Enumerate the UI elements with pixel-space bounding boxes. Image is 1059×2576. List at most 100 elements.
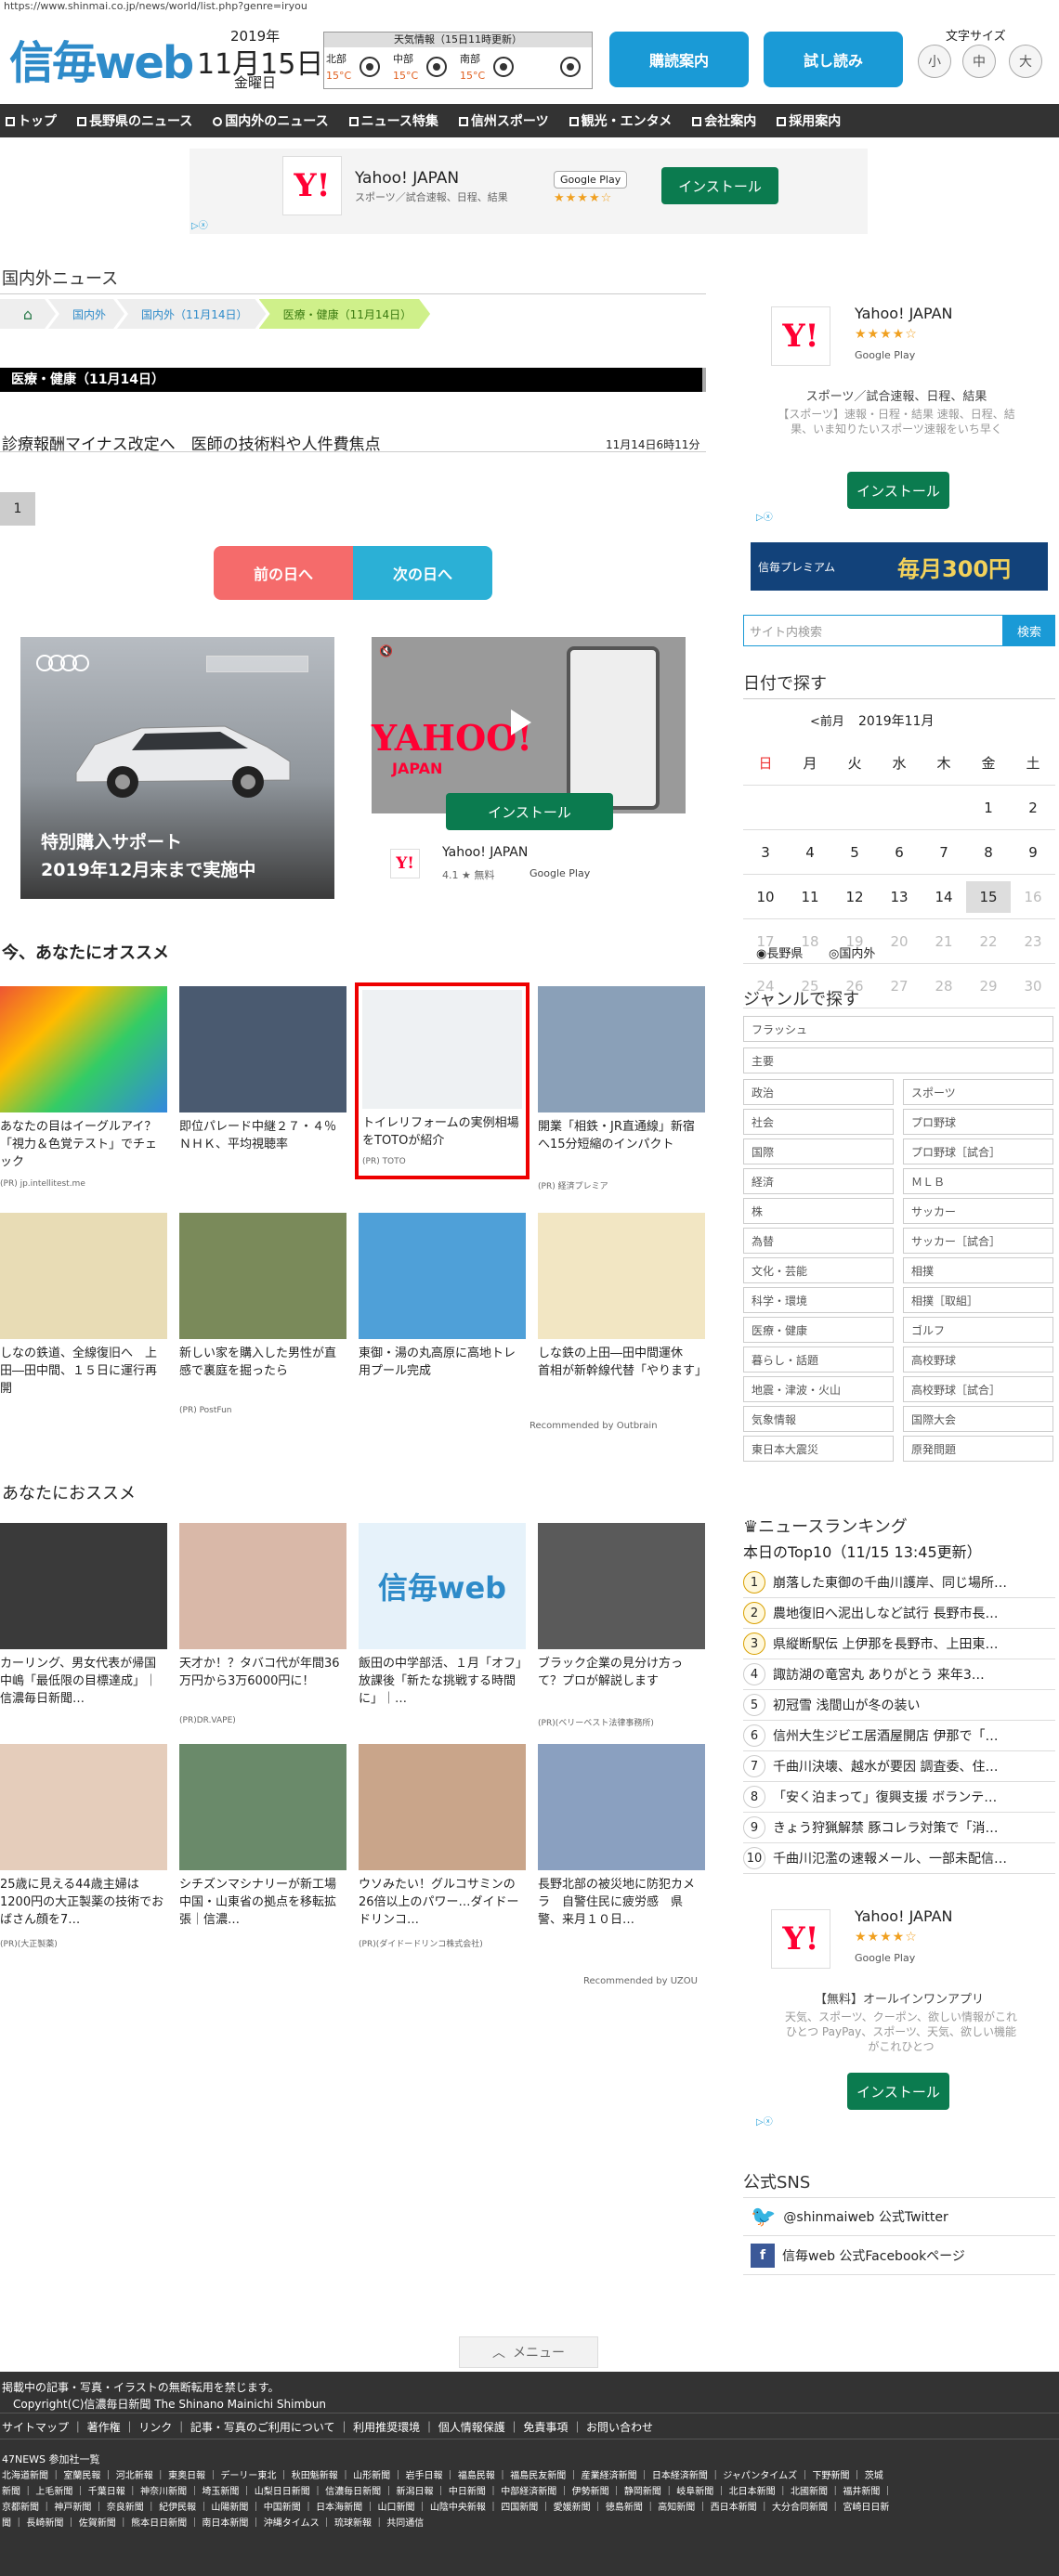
recommend-thumbnail[interactable] bbox=[0, 1213, 167, 1339]
ranking-title[interactable]: 信州大生ジビエ居酒屋開店 伊那で「… bbox=[773, 1726, 1048, 1745]
font-small-button[interactable]: 小 bbox=[918, 45, 951, 78]
calendar-day[interactable]: 14 bbox=[922, 889, 966, 905]
recommend2-title[interactable]: ブラック企業の見分け方って？プロが解説します bbox=[538, 1655, 705, 1690]
recommend2-card[interactable]: ウソみたい！グルコサミンの26倍以上のパワー…ダイドードリンコ… (PR)(ダイド… bbox=[359, 1744, 526, 1967]
recommend2-title[interactable]: 25歳に見える44歳主婦は1200円の大正製薬の技術でおばさん顔を7… bbox=[0, 1876, 167, 1929]
genre-link[interactable]: 国際大会 bbox=[903, 1406, 1053, 1432]
recommend-card[interactable]: しな鉄の上田―田中間運休 首相が新幹線代替「やります」 bbox=[538, 1213, 707, 1436]
side-ad2-install-button[interactable]: インストール bbox=[847, 2073, 949, 2110]
genre-link[interactable]: 東日本大震災 bbox=[743, 1436, 894, 1462]
calendar-day[interactable]: 5 bbox=[832, 844, 877, 861]
twitter-link[interactable]: 🐦 @shinmaiweb 公式Twitter bbox=[743, 2197, 1055, 2236]
paper-links-1[interactable]: 北海道新聞 ｜ 室蘭民報 ｜ 河北新報 ｜ 東奥日報 ｜ デーリー東北 ｜ 秋田… bbox=[2, 2468, 883, 2484]
genre-link[interactable]: ＭＬＢ bbox=[903, 1168, 1053, 1194]
genre-link[interactable]: フラッシュ bbox=[743, 1016, 1053, 1042]
recommend-thumbnail[interactable] bbox=[359, 1213, 526, 1339]
calendar-day[interactable]: 11 bbox=[788, 889, 832, 905]
recommend-thumbnail[interactable] bbox=[538, 986, 705, 1112]
side-ad-install-button[interactable]: インストール bbox=[847, 472, 949, 509]
yahoo-video-ad[interactable]: 🔇 YAHOO! JAPAN インストール Y! Yahoo! JAPAN 4.… bbox=[372, 637, 686, 899]
ranking-title[interactable]: 県縦断駅伝 上伊那を長野市、上田東… bbox=[773, 1634, 1048, 1653]
calendar-day[interactable]: 15 bbox=[966, 880, 1011, 913]
genre-link[interactable]: 相撲 bbox=[903, 1257, 1053, 1283]
top-ad-install-button[interactable]: インストール bbox=[661, 167, 778, 204]
radio-nagano[interactable]: ◉長野県 bbox=[756, 943, 803, 961]
side-ad-yahoo-2[interactable]: Y! Yahoo! JAPAN ★★★★☆ Google Play 【無料】オー… bbox=[743, 1894, 1055, 2117]
calendar-day[interactable]: 7 bbox=[922, 844, 966, 861]
ranking-item[interactable]: 3 県縦断駅伝 上伊那を長野市、上田東… bbox=[743, 1629, 1055, 1659]
genre-link[interactable]: 主要 bbox=[743, 1047, 1053, 1073]
recommend2-title[interactable]: カーリング、男女代表が帰国中嶋「最低限の目標達成」｜信濃毎日新聞… bbox=[0, 1655, 167, 1708]
genre-link[interactable]: サッカー bbox=[903, 1198, 1053, 1224]
genre-link[interactable]: 医療・健康 bbox=[743, 1317, 894, 1343]
recommend-card[interactable]: しなの鉄道、全線復旧へ 上田―田中間、１５日に運行再開 bbox=[0, 1213, 167, 1436]
ranking-title[interactable]: 崩落した東御の千曲川護岸、同じ場所… bbox=[773, 1573, 1048, 1592]
recommend2-card[interactable]: 天才か！？タバコ代が年間36万円から3万6000円に！ (PR)DR.VAPE) bbox=[179, 1523, 346, 1746]
nav-company[interactable]: 会社案内 bbox=[692, 111, 756, 130]
radio-world[interactable]: ◎国内外 bbox=[829, 943, 875, 961]
ranking-item[interactable]: 7 千曲川決壊、越水が要因 調査委、住… bbox=[743, 1751, 1055, 1782]
recommend2-card[interactable]: 信毎web 飯田の中学部活、１月「オフ」 放課後「新たな挑戦する時間に」｜… bbox=[359, 1523, 534, 1746]
recommend2-title[interactable]: 飯田の中学部活、１月「オフ」 放課後「新たな挑戦する時間に」｜… bbox=[359, 1655, 534, 1708]
play-icon[interactable] bbox=[511, 709, 531, 735]
yahoo-ad-install-button[interactable]: インストール bbox=[446, 793, 613, 830]
paper-links-4[interactable]: 聞 ｜ 長崎新聞 ｜ 佐賀新聞 ｜ 熊本日日新聞 ｜ 南日本新聞 ｜ 沖縄タイム… bbox=[2, 2516, 424, 2531]
site-logo[interactable]: 信毎web bbox=[9, 26, 194, 91]
genre-link[interactable]: 高校野球［試合］ bbox=[903, 1376, 1053, 1402]
ranking-title[interactable]: 諏訪湖の竜宮丸 ありがとう 来年3… bbox=[773, 1665, 1048, 1684]
recommend2-card[interactable]: ブラック企業の見分け方って？プロが解説します (PR)(ベリーベスト法律事務所) bbox=[538, 1523, 705, 1746]
menu-button[interactable]: ︿ メニュー bbox=[459, 2336, 598, 2368]
calendar-day[interactable]: 3 bbox=[743, 844, 788, 861]
calendar-day[interactable]: 8 bbox=[966, 844, 1011, 861]
calendar-day[interactable]: 10 bbox=[743, 889, 788, 905]
recommend2-card[interactable]: カーリング、男女代表が帰国中嶋「最低限の目標達成」｜信濃毎日新聞… bbox=[0, 1523, 167, 1746]
recommend-title[interactable]: 即位パレード中継２７・４％ ＮＨＫ、平均視聴率 bbox=[179, 1118, 348, 1153]
recommend-title[interactable]: あなたの目はイーグルアイ？「視力＆色覚テスト」でチェック bbox=[0, 1118, 167, 1171]
breadcrumb-world[interactable]: 国内外 bbox=[48, 299, 124, 329]
ranking-item[interactable]: 4 諏訪湖の竜宮丸 ありがとう 来年3… bbox=[743, 1659, 1055, 1690]
font-medium-button[interactable]: 中 bbox=[962, 45, 996, 78]
ranking-title[interactable]: 千曲川氾濫の速報メール、一部未配信… bbox=[773, 1849, 1048, 1867]
top-ad-banner[interactable]: Y! Yahoo! JAPAN スポーツ／試合速報、日程、結果 Google P… bbox=[190, 149, 868, 234]
prev-month-link[interactable]: <前月 bbox=[810, 711, 844, 729]
nav-feature[interactable]: ニュース特集 bbox=[348, 111, 438, 130]
recommend2-thumbnail[interactable] bbox=[0, 1523, 167, 1649]
side-ad-yahoo[interactable]: Y! Yahoo! JAPAN ★★★★☆ Google Play スポーツ／試… bbox=[743, 292, 1050, 514]
ranking-item[interactable]: 5 初冠雪 浅間山が冬の装い bbox=[743, 1690, 1055, 1721]
recommend2-thumbnail[interactable] bbox=[0, 1744, 167, 1870]
genre-link[interactable]: 原発問題 bbox=[903, 1436, 1053, 1462]
recommend-title[interactable]: 開業「相鉄・JR直通線」新宿へ15分短縮のインパクト bbox=[538, 1118, 705, 1153]
font-large-button[interactable]: 大 bbox=[1009, 45, 1042, 78]
nav-recruit[interactable]: 採用案内 bbox=[777, 111, 841, 130]
nav-sports[interactable]: 信州スポーツ bbox=[458, 111, 549, 130]
prev-day-button[interactable]: 前の日へ bbox=[214, 546, 353, 600]
adchoices-icon[interactable]: ▷ⓧ bbox=[756, 509, 773, 523]
ranking-title[interactable]: きょう狩猟解禁 豚コレラ対策で「消… bbox=[773, 1818, 1048, 1837]
uzou-credit[interactable]: Recommended by UZOU bbox=[583, 1976, 698, 1986]
calendar-day[interactable]: 6 bbox=[877, 844, 922, 861]
adchoices-icon[interactable]: ▷ⓧ bbox=[756, 2114, 773, 2127]
page-number-button[interactable]: 1 bbox=[0, 492, 35, 526]
recommend-thumbnail[interactable] bbox=[179, 986, 346, 1112]
genre-link[interactable]: 国際 bbox=[743, 1138, 894, 1164]
recommend2-thumbnail[interactable] bbox=[538, 1744, 705, 1870]
calendar-day[interactable]: 9 bbox=[1011, 844, 1055, 861]
recommend-thumbnail[interactable] bbox=[179, 1213, 346, 1339]
recommend-thumbnail[interactable] bbox=[362, 990, 522, 1109]
recommend2-card[interactable]: シチズンマシナリーが新工場 中国・山東省の拠点を移転拡張｜信濃… bbox=[179, 1744, 348, 1967]
genre-link[interactable]: 文化・芸能 bbox=[743, 1257, 894, 1283]
genre-link[interactable]: 高校野球 bbox=[903, 1347, 1053, 1373]
recommend2-card[interactable]: 長野北部の被災地に防犯カメラ 自警住民に疲労感 県警、来月１０日… bbox=[538, 1744, 705, 1967]
genre-link[interactable]: 暮らし・話題 bbox=[743, 1347, 894, 1373]
genre-link[interactable]: プロ野球 bbox=[903, 1109, 1053, 1135]
trial-button[interactable]: 試し読み bbox=[764, 32, 903, 87]
genre-link[interactable]: プロ野球［試合］ bbox=[903, 1138, 1053, 1164]
nav-top[interactable]: トップ bbox=[6, 111, 57, 130]
breadcrumb-world-date[interactable]: 国内外（11月14日） bbox=[117, 299, 267, 329]
nav-world[interactable]: 国内外のニュース bbox=[213, 111, 329, 130]
genre-link[interactable]: 気象情報 bbox=[743, 1406, 894, 1432]
calendar-day[interactable]: 13 bbox=[877, 889, 922, 905]
ranking-title[interactable]: 千曲川決壊、越水が要因 調査委、住… bbox=[773, 1757, 1048, 1776]
car-ad[interactable]: 特別購入サポート 2019年12月末まで実施中 bbox=[20, 637, 334, 899]
recommend-card[interactable]: 東御・湯の丸高原に高地トレ用プール完成 bbox=[359, 1213, 526, 1436]
